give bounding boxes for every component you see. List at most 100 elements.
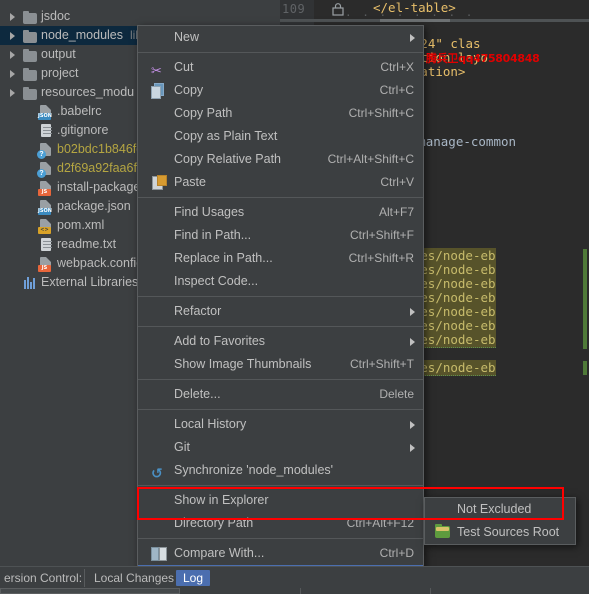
- menu-item-add-to-favorites[interactable]: Add to Favorites: [138, 330, 423, 353]
- tab-log[interactable]: Log: [176, 570, 211, 586]
- menu-item-local-history[interactable]: Local History: [138, 413, 423, 436]
- tree-item-label: output: [41, 47, 76, 61]
- menu-item-label: Cut: [174, 60, 194, 74]
- expand-arrow-icon[interactable]: [10, 70, 15, 78]
- menu-item-copy-path[interactable]: Copy Path Ctrl+Shift+C: [138, 102, 423, 125]
- menu-item-shortcut: Ctrl+Alt+Shift+C: [327, 152, 414, 166]
- menu-item-label: Add to Favorites: [174, 334, 266, 348]
- chevron-right-icon: [410, 34, 415, 42]
- status-progress-area: [0, 588, 180, 594]
- menu-item-refactor[interactable]: Refactor: [138, 300, 423, 323]
- menu-item-cut[interactable]: ✂ Cut Ctrl+X: [138, 56, 423, 79]
- submenu-item-test-sources-root[interactable]: Test Sources Root: [425, 521, 575, 544]
- menu-item-inspect-code[interactable]: Inspect Code...: [138, 270, 423, 293]
- js-file-icon: JS: [38, 181, 53, 196]
- folder-icon: [23, 67, 37, 81]
- menu-item-copy-relative-path[interactable]: Copy Relative Path Ctrl+Alt+Shift+C: [138, 148, 423, 171]
- submenu-item-label: Not Excluded: [457, 502, 532, 516]
- menu-separator: [138, 52, 423, 53]
- folder-icon: [23, 86, 37, 100]
- status-bar: [0, 588, 589, 594]
- context-menu[interactable]: New ✂ Cut Ctrl+X Copy Ctrl+C Copy Path Ctrl+Shi…: [137, 25, 424, 594]
- mark-directory-as-submenu[interactable]: Not Excluded Test Sources Root: [424, 497, 576, 545]
- menu-separator: [138, 538, 423, 539]
- tree-item-label: node_modules: [41, 28, 124, 42]
- menu-item-git[interactable]: Git: [138, 436, 423, 459]
- scrollbar-thumb[interactable]: [380, 19, 450, 22]
- menu-separator: [138, 197, 423, 198]
- paste-icon: [151, 175, 167, 190]
- chevron-right-icon: [410, 421, 415, 429]
- line-number: 109: [282, 2, 306, 16]
- tree-item-label: webpack.config.: [57, 256, 147, 270]
- menu-item-replace-in-path[interactable]: Replace in Path... Ctrl+Shift+R: [138, 247, 423, 270]
- menu-item-show-image-thumbnails[interactable]: Show Image Thumbnails Ctrl+Shift+T: [138, 353, 423, 376]
- submenu-item-label: Test Sources Root: [457, 525, 560, 539]
- menu-separator: [138, 326, 423, 327]
- menu-item-shortcut: Alt+F7: [378, 205, 414, 219]
- menu-item-shortcut: Ctrl+C: [379, 83, 414, 97]
- tab-local-changes[interactable]: Local Changes: [94, 570, 174, 586]
- tree-item-label: pom.xml: [57, 218, 105, 232]
- menu-item-label: New: [174, 30, 200, 44]
- menu-item-compare-with[interactable]: Compare With... Ctrl+D: [138, 542, 423, 565]
- tree-item-label: package.json: [57, 199, 131, 213]
- menu-separator: [138, 485, 423, 486]
- menu-item-label: Find Usages: [174, 205, 245, 219]
- menu-item-copy-as-plain-text[interactable]: Copy as Plain Text: [138, 125, 423, 148]
- expand-arrow-icon[interactable]: [10, 51, 15, 59]
- menu-item-copy[interactable]: Copy Ctrl+C: [138, 79, 423, 102]
- sync-icon: ↺: [151, 465, 163, 481]
- expand-arrow-icon[interactable]: [10, 32, 15, 40]
- menu-separator: [138, 296, 423, 297]
- expand-arrow-icon[interactable]: [10, 89, 15, 97]
- folder-icon: [23, 10, 37, 24]
- editor-marker-stripe: [583, 361, 587, 375]
- tree-row[interactable]: jsdoc: [0, 7, 280, 26]
- menu-item-label: Local History: [174, 417, 247, 431]
- menu-item-shortcut: Delete: [379, 387, 414, 401]
- menu-item-label: Copy Relative Path: [174, 152, 282, 166]
- version-control-label: ersion Control:: [4, 571, 83, 585]
- tree-item-label: resources_modu: [41, 85, 135, 99]
- menu-item-shortcut: Ctrl+Alt+F12: [346, 516, 414, 530]
- menu-item-label: Replace in Path...: [174, 251, 273, 265]
- menu-item-show-in-explorer[interactable]: Show in Explorer: [138, 489, 423, 512]
- menu-item-delete[interactable]: Delete... Delete: [138, 383, 423, 406]
- json-file-icon: JSON: [38, 200, 53, 215]
- menu-item-label: Find in Path...: [174, 228, 252, 242]
- xml-file-icon: <>: [38, 219, 53, 234]
- menu-item-label: Inspect Code...: [174, 274, 259, 288]
- text-file-icon: [39, 238, 53, 252]
- status-divider-2: [430, 588, 431, 594]
- editor-horizontal-scrollbar[interactable]: [280, 19, 589, 22]
- expand-arrow-icon[interactable]: [10, 13, 15, 21]
- menu-item-new[interactable]: New: [138, 26, 423, 49]
- menu-item-paste[interactable]: Paste Ctrl+V: [138, 171, 423, 194]
- menu-item-shortcut: Ctrl+D: [379, 546, 414, 560]
- scissors-icon: ✂: [151, 63, 162, 78]
- menu-item-label: Delete...: [174, 387, 221, 401]
- red-watermark-text: 腾兵卫qq475804848: [426, 52, 540, 65]
- ide-window: </el-table>-col :span="24" clas <el-pagi…: [0, 0, 589, 594]
- menu-item-find-in-path[interactable]: Find in Path... Ctrl+Shift+F: [138, 224, 423, 247]
- gutter-dots: . . . . . . . .: [345, 6, 475, 19]
- status-divider-1: [300, 588, 301, 594]
- menu-item-directory-path[interactable]: Directory Path Ctrl+Alt+F12: [138, 512, 423, 535]
- menu-item-find-usages[interactable]: Find Usages Alt+F7: [138, 201, 423, 224]
- tree-item-label: install-package.j: [57, 180, 147, 194]
- menu-item-label: Copy as Plain Text: [174, 129, 278, 143]
- menu-separator: [138, 379, 423, 380]
- bottom-bar-divider: [84, 569, 85, 587]
- menu-item-shortcut: Ctrl+V: [380, 175, 414, 189]
- bottom-tool-window-bar[interactable]: ersion Control: Local Changes Log: [0, 566, 589, 589]
- tree-item-label: readme.txt: [57, 237, 117, 251]
- tree-item-label: External Libraries: [41, 275, 139, 289]
- menu-item-synchronize-node-modules[interactable]: ↺ Synchronize 'node_modules': [138, 459, 423, 482]
- menu-item-label: Show Image Thumbnails: [174, 357, 312, 371]
- menu-item-label: Synchronize 'node_modules': [174, 463, 334, 477]
- menu-item-shortcut: Ctrl+Shift+C: [348, 106, 414, 120]
- submenu-item-not-excluded[interactable]: Not Excluded: [425, 498, 575, 521]
- chevron-right-icon: [410, 308, 415, 316]
- menu-item-label: Copy Path: [174, 106, 233, 120]
